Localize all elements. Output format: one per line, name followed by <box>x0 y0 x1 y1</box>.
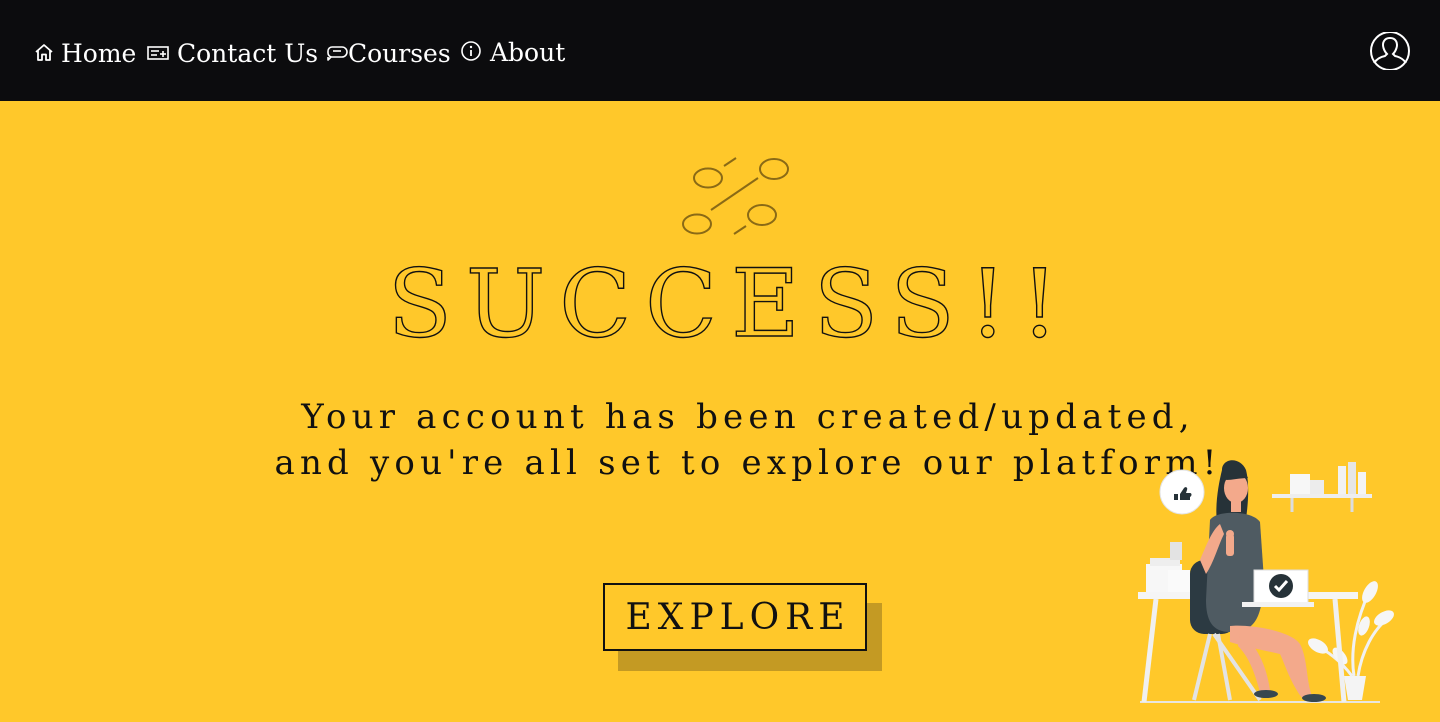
nav-contact-link[interactable]: Contact Us <box>147 36 318 70</box>
nav-home-label: Home <box>61 38 137 68</box>
explore-button[interactable]: EXPLORE <box>603 583 867 651</box>
nav-home-link[interactable]: Home <box>33 36 136 70</box>
success-illustration <box>1138 460 1394 703</box>
chat-bubble-icon <box>327 46 348 61</box>
user-icon <box>1370 31 1410 71</box>
nav-about-label: About <box>490 37 566 67</box>
success-sparkle-icon <box>682 157 789 235</box>
home-icon <box>35 44 53 61</box>
contact-card-icon <box>147 46 169 60</box>
profile-button[interactable] <box>1368 31 1412 71</box>
navbar: Home Contact Us Courses About <box>0 0 1440 101</box>
nav-about-link[interactable]: About <box>460 35 565 69</box>
nav-courses-link[interactable]: Courses <box>326 36 451 70</box>
success-message-line-1: Your account has been created/updated, <box>301 397 1195 437</box>
nav-contact-label: Contact Us <box>177 38 319 68</box>
page-title: SUCCESS!! <box>387 249 1073 359</box>
nav-courses-label: Courses <box>348 38 451 68</box>
info-icon <box>461 41 481 61</box>
